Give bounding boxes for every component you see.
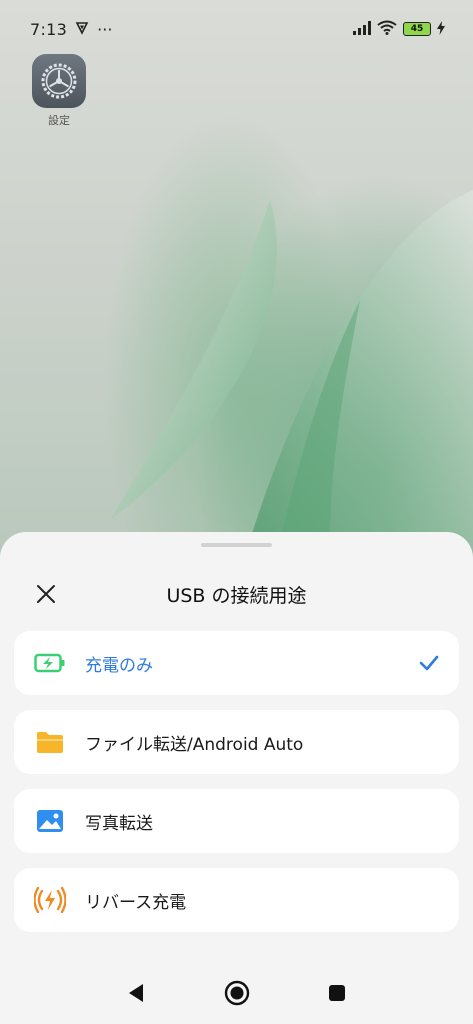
option-file-transfer[interactable]: ファイル転送/Android Auto — [14, 710, 459, 774]
option-label: 充電のみ — [85, 655, 153, 676]
folder-icon — [34, 726, 66, 758]
recents-button[interactable] — [322, 980, 352, 1010]
settings-app-label: 設定 — [48, 114, 70, 127]
sheet-title: USB の接続用途 — [166, 585, 307, 607]
navigation-bar — [0, 964, 473, 1024]
battery-icon: 45 — [403, 22, 431, 36]
charging-bolt-icon — [437, 20, 445, 39]
option-label: ファイル転送/Android Auto — [85, 734, 304, 755]
status-time: 7:13 — [30, 19, 68, 39]
option-reverse-charging[interactable]: リバース充電 — [14, 868, 459, 932]
option-photo-transfer[interactable]: 写真転送 — [14, 789, 459, 853]
settings-app[interactable]: 設定 — [32, 54, 86, 128]
usb-bottom-sheet: USB の接続用途 充電のみ ファイル転送/Android Auto 写真転送 … — [0, 532, 473, 1024]
status-right: 45 — [353, 20, 445, 39]
status-bar: 7:13 ··· 45 — [0, 0, 473, 58]
back-button[interactable] — [121, 980, 151, 1010]
option-label: 写真転送 — [85, 813, 153, 834]
overflow-dots: ··· — [97, 19, 113, 39]
home-icon — [224, 980, 250, 1010]
image-icon — [34, 805, 66, 837]
gear-icon — [32, 54, 86, 108]
option-label: リバース充電 — [85, 892, 187, 913]
sheet-grabber[interactable] — [201, 543, 272, 547]
option-charge-only[interactable]: 充電のみ — [14, 631, 459, 695]
checkmark-icon — [419, 653, 439, 673]
signal-icon — [353, 20, 371, 39]
vpn-shield-icon — [75, 20, 89, 39]
back-icon — [127, 983, 145, 1007]
home-button[interactable] — [222, 980, 252, 1010]
battery-charging-icon — [34, 647, 66, 679]
reverse-charging-icon — [34, 884, 66, 916]
recents-icon — [327, 983, 347, 1007]
status-left: 7:13 ··· — [30, 20, 112, 39]
wifi-icon — [377, 20, 397, 39]
